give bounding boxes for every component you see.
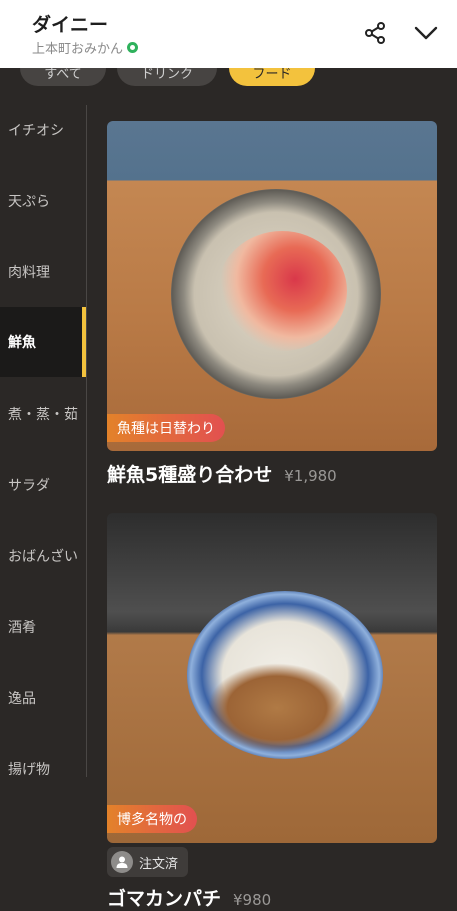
category-item[interactable]: 酒肴 [0,592,86,662]
item-name-row[interactable]: ゴマカンパチ ¥980 [107,884,271,911]
store-name: 上本町おみかん [32,42,124,57]
share-button[interactable] [360,18,390,48]
category-item-active[interactable]: 鮮魚 [0,307,86,377]
tab-drink[interactable]: ドリンク [117,68,217,86]
item-name: ゴマカンパチ [107,888,222,910]
category-label: 酒肴 [8,620,36,636]
ordered-badge: 注文済 [107,847,189,877]
menu-page: ダイニー 上本町おみかん すべて ドリンク フード イチオシ 天ぷら 肉料理 鮮… [0,0,457,911]
category-sidebar: イチオシ 天ぷら 肉料理 鮮魚 煮・蒸・茹 サラダ おばんざい 酒肴 逸品 揚げ… [0,95,87,911]
top-tab-bar: すべて ドリンク フード [0,68,457,90]
tab-label: フード [252,68,292,82]
chevron-down-icon [414,26,438,40]
collapse-button[interactable] [411,18,441,48]
tab-label: ドリンク [140,68,193,82]
category-label: 鮮魚 [8,335,36,351]
tab-food[interactable]: フード [229,68,315,86]
category-item[interactable]: 肉料理 [0,237,86,307]
category-label: 肉料理 [8,265,50,281]
tab-all[interactable]: すべて [20,68,106,86]
user-icon [111,851,133,873]
verified-badge-icon [127,42,139,53]
category-item[interactable]: 揚げ物 [0,734,86,804]
category-label: 逸品 [8,691,36,707]
category-item[interactable]: 逸品 [0,663,86,733]
category-label: イチオシ [8,123,64,139]
item-name: 鮮魚5種盛り合わせ [107,464,273,486]
item-name-row[interactable]: 鮮魚5種盛り合わせ ¥1,980 [107,460,337,487]
item-tag: 魚種は日替わり [107,414,225,442]
header: ダイニー 上本町おみかん [0,0,457,68]
item-photo[interactable] [107,121,437,451]
share-icon [365,22,385,44]
category-label: 煮・蒸・茹 [8,407,78,423]
item-photo[interactable] [107,513,437,843]
category-item[interactable]: サラダ [0,450,86,520]
sidebar-divider [86,105,87,777]
item-price: ¥980 [233,891,272,909]
sashimi-image [217,231,347,351]
category-label: おばんざい [8,549,78,565]
category-item[interactable]: 天ぷら [0,166,86,236]
category-item[interactable]: おばんざい [0,521,86,591]
app-title: ダイニー [32,14,109,36]
sauce-image [207,663,347,753]
store-name-row: 上本町おみかん [32,38,139,57]
ordered-label: 注文済 [139,856,179,872]
category-label: サラダ [8,478,50,494]
category-label: 揚げ物 [8,762,50,778]
category-item[interactable]: イチオシ [0,95,86,165]
item-tag: 博多名物の [107,805,197,833]
tab-label: すべて [44,68,82,82]
category-item[interactable]: 煮・蒸・茹 [0,379,86,449]
item-price: ¥1,980 [284,467,337,485]
category-label: 天ぷら [8,194,50,210]
